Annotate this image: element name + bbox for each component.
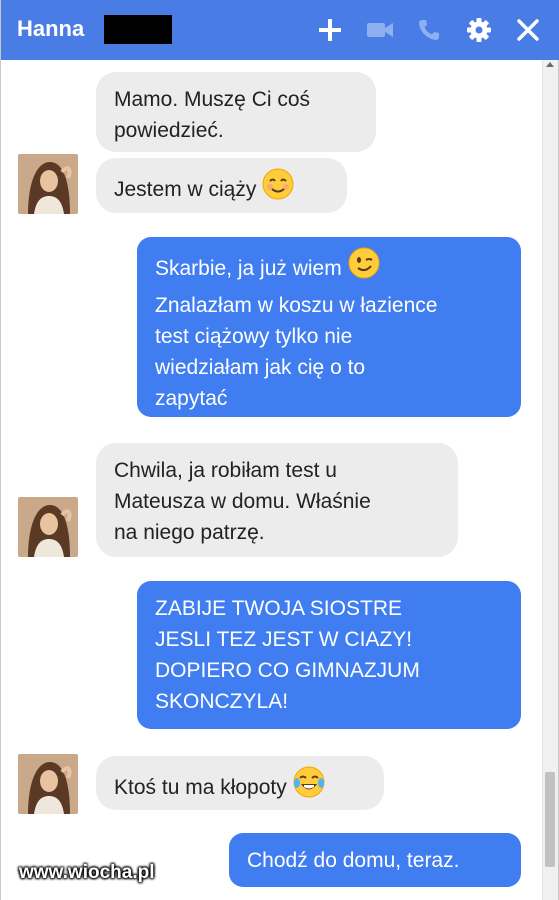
message-line: Jestem w ciąży <box>114 178 257 202</box>
winking-face-icon <box>348 247 380 288</box>
contact-avatar[interactable] <box>18 497 78 557</box>
chat-window: Hanna Mamo. Muszę Ci coś powiedzieć. Jes… <box>0 0 559 900</box>
message-bubble-incoming: Mamo. Muszę Ci coś powiedzieć. <box>96 72 376 152</box>
message-line: Mamo. Muszę Ci coś <box>114 88 311 111</box>
tears-of-joy-icon <box>293 766 325 807</box>
message-bubble-outgoing: ZABIJE TWOJA SIOSTRE JESLI TEZ JEST W CI… <box>137 581 521 729</box>
smiling-face-icon <box>262 168 294 209</box>
scroll-thumb[interactable] <box>545 772 555 867</box>
contact-avatar[interactable] <box>18 154 78 214</box>
redaction-bar <box>104 15 172 44</box>
message-line: test ciążowy tylko nie <box>155 325 353 348</box>
message-line: Ktoś tu ma kłopoty <box>114 776 287 800</box>
chat-header: Hanna <box>1 0 559 60</box>
message-line: na niego patrzę. <box>114 521 265 544</box>
video-camera-icon[interactable] <box>364 14 396 46</box>
message-bubble-outgoing: Chodź do domu, teraz. <box>229 833 521 887</box>
contact-name: Hanna <box>17 16 85 41</box>
message-bubble-incoming: Ktoś tu ma kłopoty <box>96 756 384 810</box>
gear-icon[interactable] <box>463 14 495 46</box>
contact-avatar[interactable] <box>18 754 78 814</box>
close-icon[interactable] <box>512 14 544 46</box>
plus-icon[interactable] <box>314 14 346 46</box>
message-line: zapytać <box>155 387 228 410</box>
message-line: Mateusza w domu. Właśnie <box>114 490 371 513</box>
message-line: Chodź do domu, teraz. <box>247 849 460 872</box>
scroll-up-arrow-icon[interactable] <box>546 62 554 67</box>
message-bubble-incoming: Chwila, ja robiłam test u Mateusza w dom… <box>96 443 458 557</box>
message-line: wiedziałam jak cię o to <box>155 356 366 379</box>
message-line: ZABIJE TWOJA SIOSTRE <box>155 597 402 620</box>
message-line: Znalazłam w koszu w łazience <box>155 294 438 317</box>
message-line: DOPIERO CO GIMNAZJUM <box>155 659 420 682</box>
phone-icon[interactable] <box>413 14 445 46</box>
watermark: www.wiocha.pl <box>19 862 155 883</box>
message-line: Chwila, ja robiłam test u <box>114 459 337 482</box>
message-line: JESLI TEZ JEST W CIAZY! <box>155 628 413 651</box>
message-line: powiedzieć. <box>114 119 224 142</box>
message-line: Skarbie, ja już wiem <box>155 257 342 281</box>
message-line: SKONCZYLA! <box>155 690 289 713</box>
message-bubble-incoming: Jestem w ciąży <box>96 158 347 213</box>
message-bubble-outgoing: Skarbie, ja już wiem Znalazłam w koszu w… <box>137 237 521 417</box>
